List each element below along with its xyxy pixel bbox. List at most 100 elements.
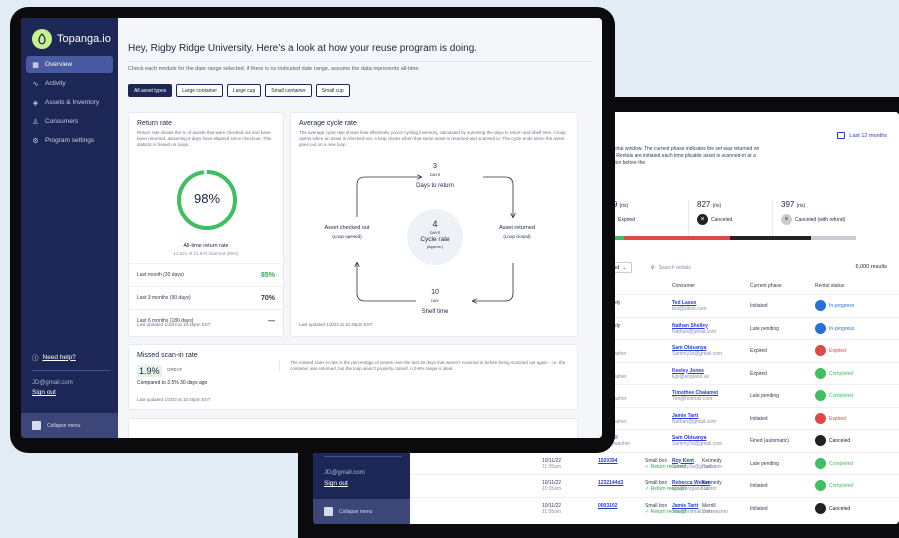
period-value: 70% xyxy=(260,294,275,302)
return-rate-value: 98% xyxy=(193,191,221,206)
row-status: Expired xyxy=(815,345,846,356)
sidebar-item-settings[interactable]: ⚙ Program settings xyxy=(26,132,113,149)
brand-logo[interactable]: Topanga.io xyxy=(32,29,111,49)
filter-small-container[interactable]: Small container xyxy=(265,84,312,97)
card-description: Return rate shows the % of assets that w… xyxy=(137,130,272,147)
col-status: Rental status xyxy=(815,283,845,289)
chevron-down-icon: ⌄ xyxy=(622,264,627,271)
pulse-icon: ∿ xyxy=(32,80,39,88)
row-status: Expired xyxy=(815,412,846,424)
row-phase: Fined (automatic) xyxy=(750,438,789,444)
bottom-number: 10 xyxy=(431,289,439,296)
asset-returned: Asset returned (Loop closed) xyxy=(491,225,543,239)
row-phase: Initiated xyxy=(750,483,768,489)
row-date: 10/11/22 11:05am xyxy=(542,480,562,492)
missed-description: The missed scan-in rate is the percentag… xyxy=(279,360,569,372)
stat-value: 827 xyxy=(697,200,711,209)
row-consumer: Jamie Tartt Nathan@gmail.com xyxy=(672,412,716,425)
sidebar-item-activity[interactable]: ∿ Activity xyxy=(26,75,113,92)
right-label: Asset returned xyxy=(499,225,535,231)
row-consumer: Ted Lasso ted@stlest.com xyxy=(672,300,707,312)
row-status: Canceled xyxy=(815,435,850,446)
status-icon xyxy=(815,345,826,356)
sign-out-link[interactable]: Sign out xyxy=(324,480,348,487)
row-status: Completed xyxy=(815,390,853,401)
help-link[interactable]: ⓘ Need help? xyxy=(32,352,76,363)
missed-compare: Compared to 3.5% 30 days ago xyxy=(137,380,208,386)
user-email: JD@gmail.com xyxy=(324,470,365,476)
collapse-menu-button[interactable]: Collapse menu xyxy=(313,499,410,524)
filter-large-cup[interactable]: Large cup xyxy=(227,84,262,97)
row-consumer: Sam Obisanya Sammy3x@gmail.com xyxy=(672,435,723,447)
last-updated: Last updated 1/3/23 at 10:45pm EST xyxy=(299,322,373,327)
status-icon xyxy=(815,322,826,334)
gear-icon: ⚙ xyxy=(32,137,39,145)
period-row: Last 6 months (180 days) — xyxy=(129,309,283,332)
cancel-icon: × xyxy=(697,214,708,225)
cycle-rate-center: 4 DAYS Cycle rate (Approx.) xyxy=(407,219,463,249)
search-placeholder: Search rentals xyxy=(658,264,691,271)
stat-label: Canceled xyxy=(711,216,733,223)
asset-checked-out: Asset checked out (Loop opened) xyxy=(321,225,373,239)
search-icon: ⚲ xyxy=(651,264,655,271)
sidebar-item-assets[interactable]: ◈ Assets & Inventory xyxy=(26,94,113,111)
stat-canceled: 827 (ris) × Canceled xyxy=(688,200,772,240)
filter-all-asset-types[interactable]: All asset types xyxy=(128,84,173,97)
left-label: Asset checked out xyxy=(324,225,370,231)
row-phase: Late pending xyxy=(750,325,779,332)
rental-id-link[interactable]: 0003102 xyxy=(598,503,617,509)
center-label: Cycle rate xyxy=(420,236,450,243)
period-value: — xyxy=(268,317,275,325)
sidebar-item-label: Assets & Inventory xyxy=(45,99,100,106)
row-consumer: Rebecca Welton kjjo@england.uk xyxy=(672,480,711,492)
last-updated: Last updated 1/3/23 at 10:45pm EST xyxy=(137,397,211,402)
row-status: In-progress xyxy=(815,322,854,334)
row-consumer: Timothee Chalamet Tim@hotmail.com xyxy=(672,390,719,402)
right-sub: (Loop closed) xyxy=(503,234,531,239)
row-consumer: Keeley Jones kjjo@england.uk xyxy=(672,367,710,380)
return-rate-label: All-time return rate xyxy=(183,243,229,249)
stat-label: Expired xyxy=(618,216,635,223)
collapse-icon xyxy=(32,421,41,430)
rental-id-link[interactable]: 1020394 xyxy=(598,458,617,464)
row-phase: Expired xyxy=(750,348,767,354)
collapse-label: Collapse menu xyxy=(47,422,81,429)
row-phase: Initiated xyxy=(750,303,768,309)
table-row[interactable]: 10/11/22 11:05am 1020394 Small box ✓ Return … xyxy=(410,451,899,474)
search-input[interactable]: ⚲ Search rentals xyxy=(651,262,761,273)
status-icon xyxy=(815,457,826,469)
status-bar xyxy=(604,236,856,240)
last-updated: Last updated 1/3/23 at 10:45pm EST xyxy=(137,322,211,327)
card-title: Return rate xyxy=(137,120,173,127)
table-row[interactable]: 10/11/22 11:05am 1232144d3 Small box ✓ Retur… xyxy=(410,474,899,496)
rental-id-link[interactable]: 1232144d3 xyxy=(598,480,623,486)
period-row: Last month (30 days) 85% xyxy=(129,263,283,286)
row-status: Canceled xyxy=(815,502,850,514)
sidebar-item-consumers[interactable]: ♙ Consumers xyxy=(26,113,113,130)
row-phase: Late pending xyxy=(750,460,779,467)
collapse-menu-button[interactable]: Collapse menu xyxy=(21,413,118,438)
overview-main: Hey, Rigby Ridge University. Here’s a lo… xyxy=(118,18,602,438)
sign-out-link[interactable]: Sign out xyxy=(32,389,56,396)
date-range-button[interactable]: Last 12 months xyxy=(837,132,887,139)
row-status: Completed xyxy=(815,457,853,469)
left-sub: (Loop opened) xyxy=(332,234,362,239)
sidebar-item-overview[interactable]: ▦ Overview xyxy=(26,56,113,73)
rental-stats: 769 (ris) !Expired 827 (ris) ×Canceled 3… xyxy=(604,200,856,240)
return-rate-detail: 12,621 of 12,870 returned (98%) xyxy=(173,251,239,256)
sidebar-item-label: Program settings xyxy=(45,137,95,144)
question-icon: ⓘ xyxy=(32,355,39,362)
center-unit: DAYS xyxy=(429,230,441,235)
row-date: 10/11/22 11:05am xyxy=(542,502,562,515)
top-number: 3 xyxy=(433,163,437,170)
stat-unit: (ris) xyxy=(619,203,629,209)
sidebar: Topanga.io ▦ Overview ∿ Activity ◈ Assets &… xyxy=(21,18,118,438)
return-rate-card: Return rate Return rate shows the % of a… xyxy=(128,112,284,337)
row-phase: Initiated xyxy=(750,505,768,512)
status-icon xyxy=(815,367,826,379)
top-label: Days to return xyxy=(416,183,454,189)
filter-small-cup[interactable]: Small cup xyxy=(315,84,350,97)
center-number: 4 xyxy=(432,219,438,229)
table-row[interactable]: 10/11/22 11:05am 0003102 Small box ✓ Return … xyxy=(410,496,899,519)
filter-large-container[interactable]: Large container xyxy=(176,84,223,97)
